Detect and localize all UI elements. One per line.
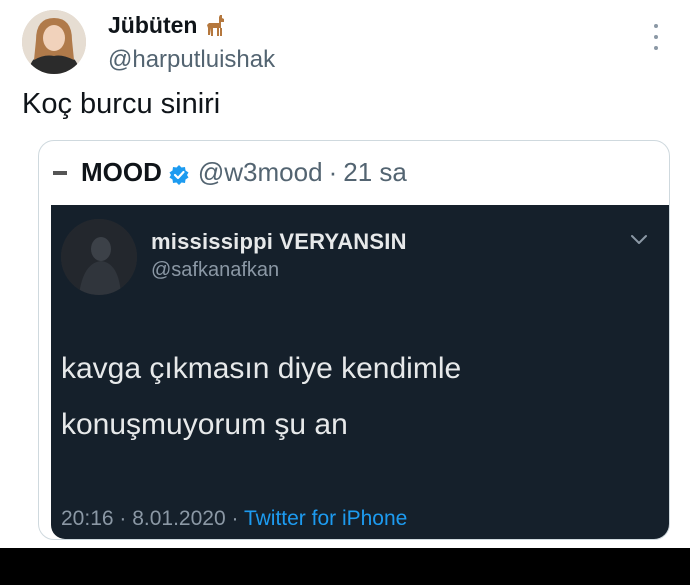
more-vertical-icon[interactable] bbox=[652, 24, 660, 50]
quoted-separator: · bbox=[328, 157, 338, 187]
screenshot-tweet-text: kavga çıkmasın diye kendimle konuşmuyoru… bbox=[61, 341, 461, 453]
author-name[interactable]: Jübüten bbox=[108, 12, 229, 39]
author-handle[interactable]: @harputluishak bbox=[108, 46, 275, 74]
avatar[interactable] bbox=[22, 10, 86, 74]
tweet-card: Jübüten @harputluishak Koç burcu siniri … bbox=[0, 0, 690, 548]
screenshot-timestamp: 20:16 · 8.01.2020 · bbox=[61, 507, 239, 530]
quoted-tweet[interactable]: MOOD @w3mood · 21 sa mississippi VERYANS… bbox=[38, 140, 670, 540]
llama-icon bbox=[203, 13, 229, 39]
screenshot-meta: 20:16 · 8.01.2020 · Twitter for iPhone bbox=[61, 507, 407, 531]
tweet-text: Koç burcu siniri bbox=[22, 88, 221, 120]
screenshot-source: Twitter for iPhone bbox=[243, 507, 408, 530]
screenshot-text-line1: kavga çıkmasın diye kendimle bbox=[61, 352, 462, 385]
quoted-time[interactable]: 21 sa bbox=[343, 157, 407, 188]
quoted-author-handle[interactable]: @w3mood bbox=[198, 157, 323, 188]
quoted-author-name[interactable]: MOOD bbox=[81, 157, 162, 188]
screenshot-author-name: mississippi VERYANSIN bbox=[151, 229, 407, 254]
screenshot-author-handle: @safkanafkan bbox=[151, 259, 280, 281]
screenshot-avatar bbox=[61, 219, 137, 295]
screenshot-image[interactable]: mississippi VERYANSIN @safkanafkan kavga… bbox=[51, 205, 669, 539]
quoted-avatar[interactable] bbox=[53, 170, 67, 175]
screenshot-text-line2: konuşmuyorum şu an bbox=[61, 408, 348, 441]
chevron-down-icon bbox=[629, 233, 649, 247]
verified-badge-icon bbox=[168, 162, 190, 185]
author-name-text[interactable]: Jübüten bbox=[108, 12, 197, 39]
quoted-tweet-header: MOOD @w3mood · 21 sa bbox=[53, 157, 407, 188]
